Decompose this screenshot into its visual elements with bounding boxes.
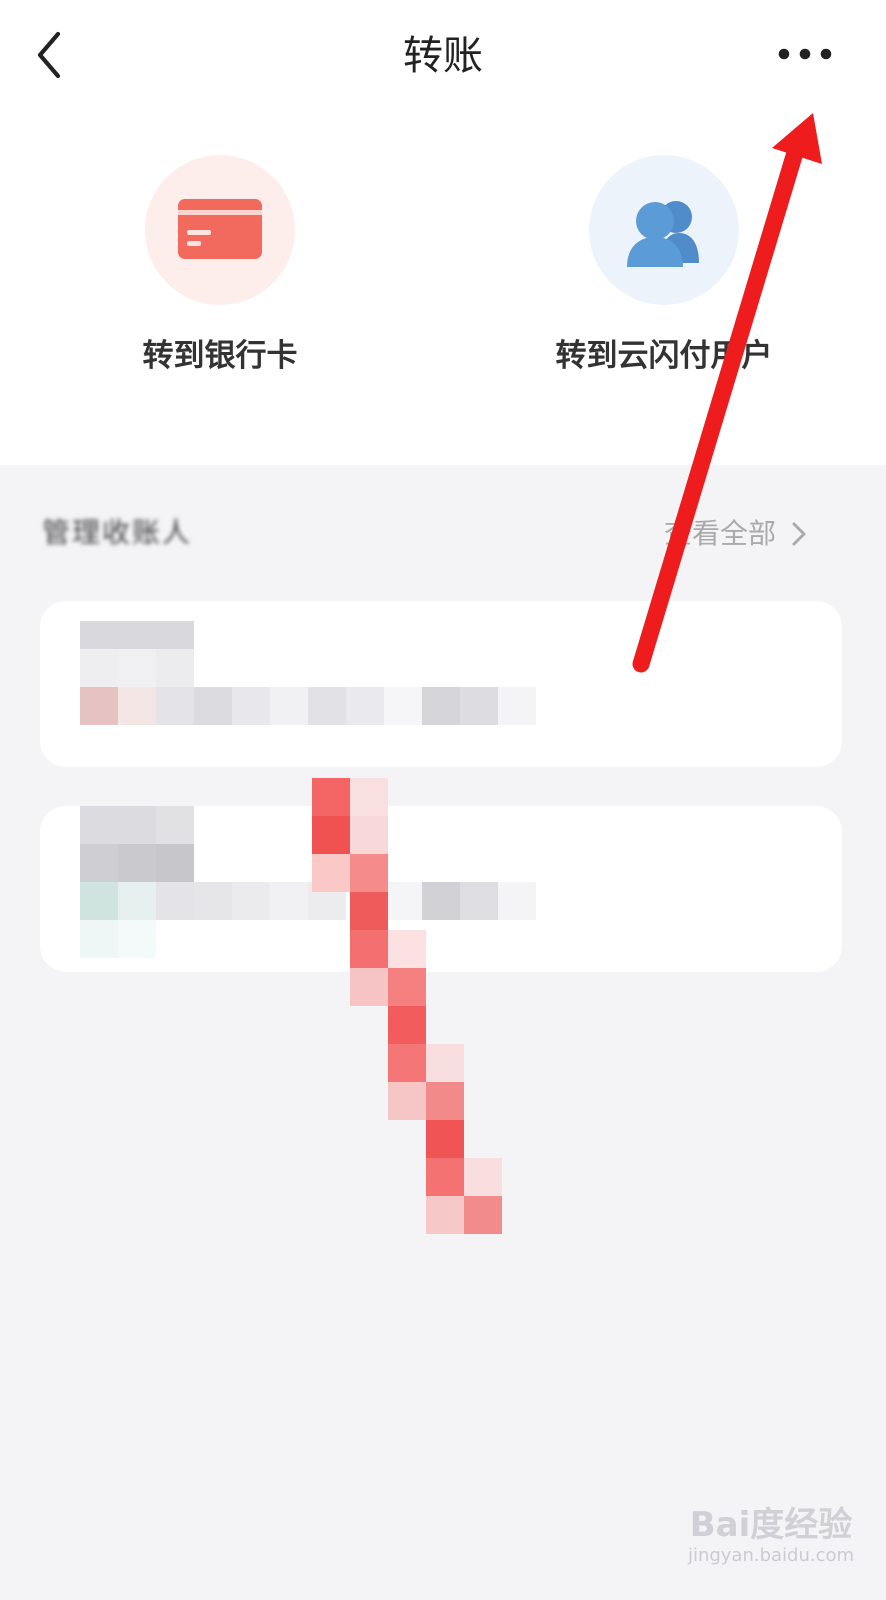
page-title: 转账 xyxy=(403,33,483,79)
users-icon xyxy=(627,201,699,267)
bank-card-icon-circle xyxy=(145,155,295,305)
view-all-link[interactable]: 查看全部 xyxy=(664,512,809,556)
chevron-right-icon xyxy=(792,522,806,546)
watermark-main-text: Bai度经验 xyxy=(689,1505,853,1545)
transfer-to-user-button[interactable]: 转到云闪付用户 xyxy=(514,150,814,380)
recent-payee-card[interactable] xyxy=(40,601,842,767)
baidu-jingyan-watermark: Bai度经验 jingyan.baidu.com xyxy=(676,1506,866,1568)
users-icon-circle xyxy=(589,155,739,305)
bank-card-icon xyxy=(178,199,262,259)
watermark-sub-text: jingyan.baidu.com xyxy=(687,1545,855,1566)
section-title: 管理收账人 xyxy=(42,516,193,549)
transfer-to-user-label: 转到云闪付用户 xyxy=(555,338,773,374)
recent-payee-card[interactable] xyxy=(40,806,842,972)
transfer-to-bank-card-button[interactable]: 转到银行卡 xyxy=(70,150,370,380)
view-all-label: 查看全部 xyxy=(664,517,777,550)
transfer-to-bank-card-label: 转到银行卡 xyxy=(142,338,298,374)
pixelated-payee-info xyxy=(80,806,536,958)
pixelated-payee-info xyxy=(80,621,536,725)
more-button[interactable] xyxy=(778,36,848,72)
more-dots-icon xyxy=(778,48,832,60)
